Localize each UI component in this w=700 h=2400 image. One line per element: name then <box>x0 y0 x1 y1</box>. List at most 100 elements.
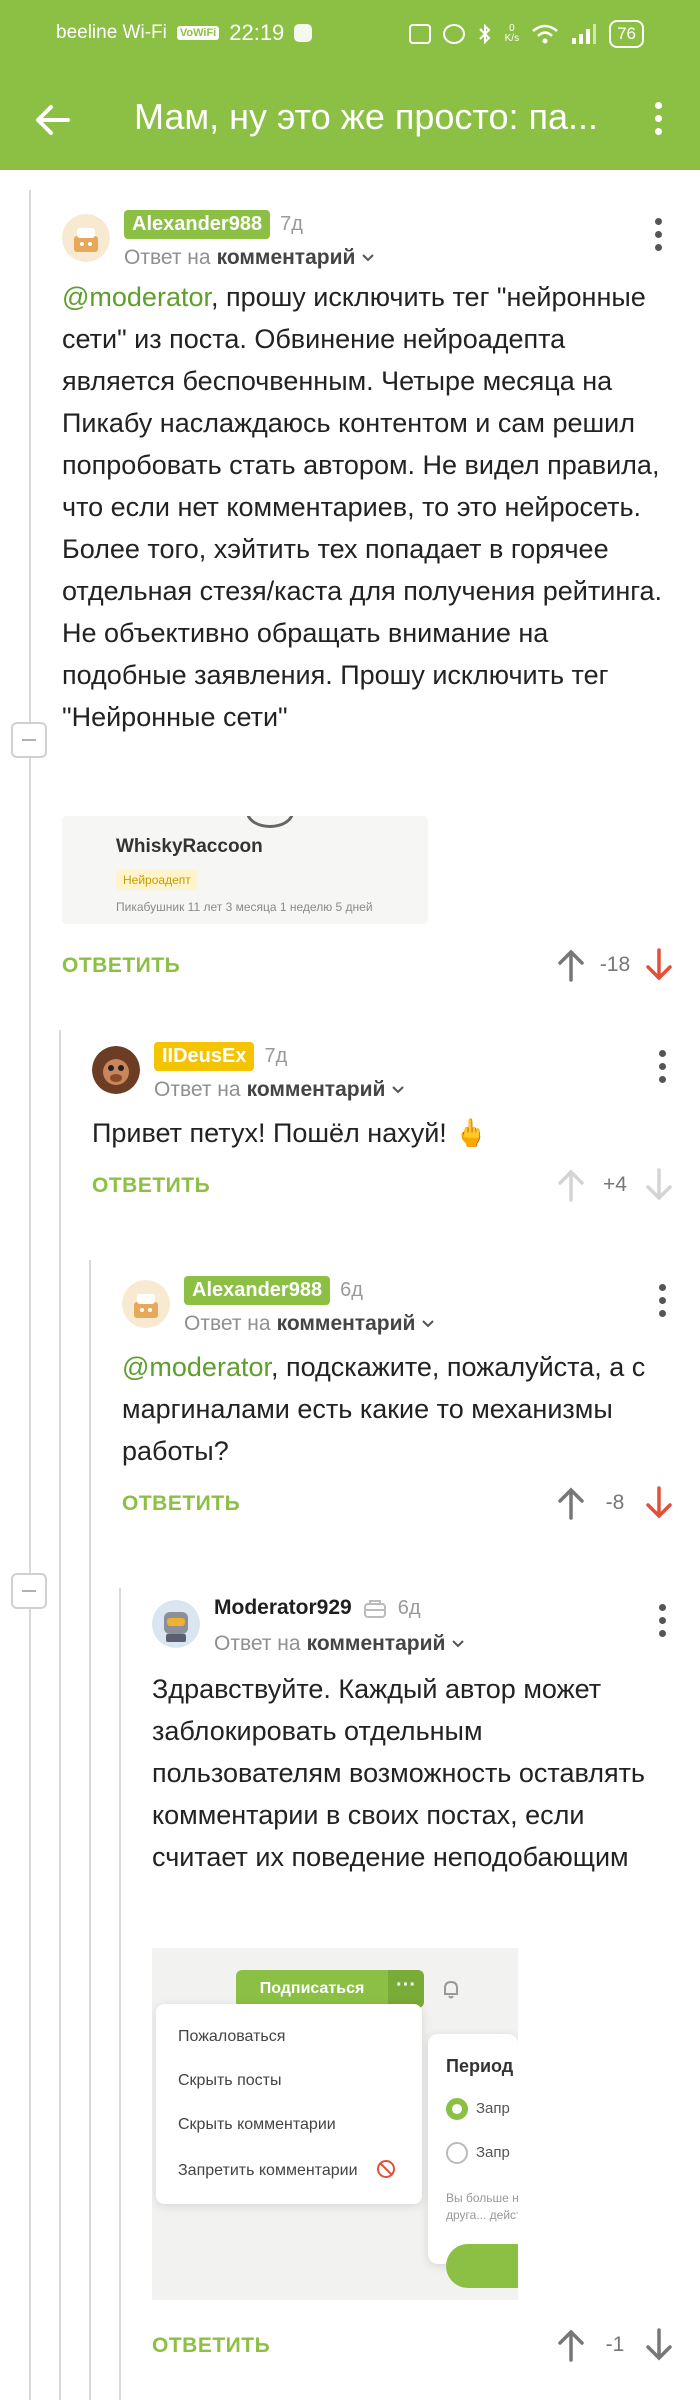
upvote-icon[interactable] <box>556 948 586 982</box>
reply-to-line[interactable]: Ответ на комментарий <box>184 1312 435 1336</box>
comment: IIDeusEx 7д Ответ на комментарий Привет п… <box>92 1038 674 1208</box>
comment-footer: ОТВЕТИТЬ -1 <box>152 2328 674 2368</box>
vowifi-badge: VoWiFi <box>176 26 220 40</box>
comment-age: 6д <box>397 1596 421 1619</box>
app-header: beeline Wi-Fi VoWiFi 22:19 0 K/s 76 Мам,… <box>0 0 700 170</box>
reply-button[interactable]: ОТВЕТИТЬ <box>122 1492 240 1516</box>
period-dialog-image: Период Запр Запр Вы больше не сможете др… <box>428 2034 518 2264</box>
more-vertical-icon <box>646 214 670 251</box>
alarm-icon <box>442 24 465 44</box>
chevron-down-icon <box>392 1086 405 1094</box>
notification-app-icon <box>294 24 313 42</box>
reply-button[interactable]: ОТВЕТИТЬ <box>62 954 180 978</box>
downvote-icon[interactable] <box>644 1486 674 1520</box>
downvote-icon[interactable] <box>644 948 674 982</box>
collapse-thread-button[interactable] <box>11 1573 47 1609</box>
subscribe-button-image: Подписаться <box>236 1970 388 2008</box>
nfc-icon <box>408 24 431 44</box>
chevron-down-icon <box>362 254 375 262</box>
chevron-down-icon <box>452 1640 465 1648</box>
upvote-icon[interactable] <box>556 2328 586 2362</box>
more-button-image: ··· <box>388 1970 424 2008</box>
reply-to-line[interactable]: Ответ на комментарий <box>124 246 375 270</box>
thread-line-level-0 <box>29 190 31 2400</box>
network-speed: 0 K/s <box>504 23 520 44</box>
mention-link[interactable]: @moderator <box>62 282 211 312</box>
period-note: Вы больше не сможете друг друга... дейст… <box>446 2191 518 2222</box>
bell-icon <box>444 1980 458 1999</box>
avatar[interactable] <box>152 1600 200 1648</box>
more-vertical-icon <box>650 1280 674 1317</box>
forbidden-icon <box>377 2160 395 2178</box>
comment-score: +4 <box>603 1173 627 1196</box>
comment-age: 7д <box>264 1045 288 1067</box>
author-name[interactable]: Moderator929 <box>214 1596 352 1620</box>
comment-menu-button[interactable] <box>650 1046 674 1086</box>
reply-to-line[interactable]: Ответ на комментарий <box>154 1078 405 1102</box>
comment-menu-button[interactable] <box>650 1600 674 1640</box>
signal-icon <box>572 24 597 44</box>
comment-age: 6д <box>340 1279 363 1301</box>
comment-footer: ОТВЕТИТЬ -18 <box>62 948 674 988</box>
reply-button[interactable]: ОТВЕТИТЬ <box>92 1174 210 1198</box>
back-arrow-icon[interactable] <box>26 94 78 146</box>
thread-line-level-3 <box>119 1588 121 2400</box>
status-bar: beeline Wi-Fi VoWiFi 22:19 0 K/s 76 <box>0 0 700 66</box>
comment: Alexander988 7д Ответ на комментарий @mod… <box>62 206 670 776</box>
embedded-meta: Пикабушник 11 лет 3 месяца 1 неделю 5 дн… <box>116 900 373 914</box>
upvote-icon[interactable] <box>556 1486 586 1520</box>
comment-menu-button[interactable] <box>650 1280 674 1320</box>
carrier-label: beeline Wi-Fi <box>56 22 167 43</box>
embedded-avatar-fragment <box>246 816 294 828</box>
thread-line-level-1 <box>59 1030 61 2400</box>
embedded-screenshot[interactable]: Подписаться ··· Пожаловаться Скрыть пост… <box>152 1948 518 2300</box>
comment-menu-button[interactable] <box>646 214 670 254</box>
embedded-tag: Нейроадепт <box>116 870 198 890</box>
avatar[interactable] <box>92 1046 140 1094</box>
reply-button[interactable]: ОТВЕТИТЬ <box>152 2334 270 2358</box>
avatar[interactable] <box>62 214 110 262</box>
avatar[interactable] <box>122 1280 170 1328</box>
thread-line-level-2 <box>89 1260 91 2400</box>
more-vertical-icon <box>650 1600 674 1637</box>
comment-age: 7д <box>280 213 303 235</box>
bluetooth-icon <box>478 23 491 45</box>
comment-text: Привет петух! Пошёл нахуй! 🖕 <box>92 1118 488 1148</box>
mention-link[interactable]: @moderator <box>122 1352 271 1382</box>
comment-text: @moderator, подскажите, пожалуйста, а с … <box>122 1352 646 1466</box>
comment-text: Здравствуйте. Каждый автор может заблоки… <box>152 1674 646 1872</box>
comment-score: -18 <box>599 953 631 976</box>
battery-indicator: 76 <box>609 20 644 48</box>
comment: Moderator929 6д Ответ на комментарий Здра… <box>152 1592 674 1884</box>
comment: Alexander988 6д Ответ на комментарий @mod… <box>122 1272 674 1526</box>
page-title: Мам, ну это же просто: па... <box>134 96 599 137</box>
upvote-icon[interactable] <box>556 1168 586 1202</box>
menu-item-hide-comments: Скрыть комментарии <box>178 2116 336 2133</box>
more-vertical-icon <box>650 1046 674 1083</box>
author-name[interactable]: Alexander988 <box>184 1276 331 1305</box>
confirm-button-image <box>446 2244 518 2288</box>
menu-item-forbid-comments: Запретить комментарии <box>178 2162 358 2179</box>
author-name[interactable]: IIDeusEx <box>154 1042 255 1071</box>
downvote-icon[interactable] <box>644 1168 674 1202</box>
overflow-menu-button[interactable] <box>638 98 678 142</box>
radio-unselected <box>446 2142 468 2164</box>
radio-selected <box>446 2098 468 2120</box>
moderator-icon <box>363 1600 386 1618</box>
downvote-icon[interactable] <box>644 2328 674 2362</box>
radio-label: Запр <box>476 2144 510 2161</box>
chevron-down-icon <box>422 1320 435 1328</box>
clock: 22:19 <box>229 20 285 45</box>
period-title: Период <box>446 2056 514 2076</box>
app-bar: Мам, ну это же просто: па... <box>0 66 700 170</box>
author-name[interactable]: Alexander988 <box>124 210 271 239</box>
collapse-thread-button[interactable] <box>11 722 47 758</box>
embedded-username: WhiskyRaccoon <box>116 836 263 857</box>
radio-label: Запр <box>476 2100 510 2117</box>
comment-score: -1 <box>605 2333 625 2356</box>
more-vertical-icon <box>638 98 678 135</box>
menu-item-hide-posts: Скрыть посты <box>178 2072 282 2089</box>
comment-text: @moderator, прошу исключить тег "нейронн… <box>62 282 662 732</box>
reply-to-line[interactable]: Ответ на комментарий <box>214 1632 465 1656</box>
embedded-image[interactable]: WhiskyRaccoon Нейроадепт Пикабушник 11 л… <box>62 816 428 924</box>
